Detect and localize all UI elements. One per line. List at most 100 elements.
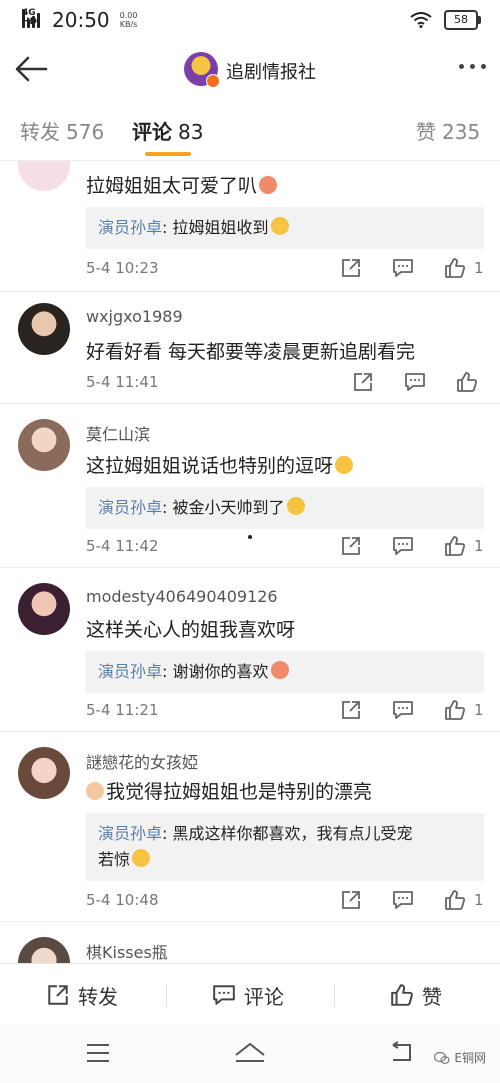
menu-icon[interactable] — [86, 1043, 110, 1063]
comment-item: wxjgxo1989 好看好看 每天都要等凌晨更新追剧看完 5-4 11:41 — [0, 291, 500, 404]
reply-author[interactable]: 演员孙卓 — [98, 218, 162, 237]
reply-box[interactable]: 演员孙卓: 拉姆姐姐收到 — [86, 207, 484, 249]
comment-text: 这拉姆姐姐说话也特别的逗呀 — [86, 451, 354, 478]
like-count: 1 — [474, 537, 484, 555]
comment-icon[interactable] — [392, 699, 414, 721]
divider — [166, 984, 167, 1006]
reply-author[interactable]: 演员孙卓 — [98, 662, 162, 681]
reply-author[interactable]: 演员孙卓 — [98, 824, 162, 843]
emoji-icon — [270, 217, 289, 235]
comment-timestamp: 5-4 11:21 — [86, 701, 159, 719]
comment-icon[interactable] — [392, 257, 414, 279]
emoji-icon — [132, 849, 151, 867]
comment-timestamp: 5-4 11:42 — [86, 537, 159, 555]
repost-icon[interactable] — [340, 535, 362, 557]
comment-button[interactable]: 评论 — [212, 964, 284, 1026]
reply-text: 拉姆姐姐收到 — [172, 218, 269, 237]
scroll-indicator — [248, 535, 252, 539]
comment-timestamp: 5-4 11:41 — [86, 373, 159, 391]
tab-comments[interactable]: 评论 83 — [132, 116, 203, 145]
status-bar: 4G HD 20:50 0.00 KB/s 58 — [0, 0, 500, 38]
like-icon[interactable] — [444, 257, 466, 279]
repost-icon[interactable] — [340, 889, 362, 911]
username[interactable]: modesty406490409126 — [86, 587, 278, 606]
tab-likes[interactable]: 赞 235 — [416, 116, 480, 145]
tab-bar: 转发 576 评论 83 赞 235 — [0, 100, 500, 161]
username[interactable]: wxjgxo1989 — [86, 307, 183, 326]
bottom-action-bar: 转发 评论 赞 — [0, 963, 500, 1026]
comment-text: 我觉得拉姆姐姐也是特别的漂亮 — [86, 777, 372, 804]
back-arrow-icon[interactable] — [12, 52, 52, 86]
network-type: 4G HD — [22, 9, 37, 27]
reply-text: 黑成这样你都喜欢，我有点儿受宠 — [172, 824, 413, 843]
repost-icon[interactable] — [340, 699, 362, 721]
home-icon[interactable] — [234, 1041, 266, 1063]
comment-text: 拉姆姐姐太可爱了叭 — [86, 171, 278, 198]
username[interactable]: 莫仁山滨 — [86, 421, 150, 445]
repost-icon[interactable] — [352, 371, 374, 393]
avatar[interactable] — [18, 419, 70, 471]
wechat-icon — [434, 1051, 451, 1064]
like-count: 1 — [474, 891, 484, 909]
comment-item: 棋Kisses瓶 — [0, 921, 500, 963]
back-nav-icon[interactable] — [390, 1041, 414, 1063]
avatar[interactable] — [18, 303, 70, 355]
avatar[interactable] — [18, 937, 70, 963]
divider — [334, 984, 335, 1006]
network-speed: 0.00 KB/s — [119, 11, 138, 29]
comment-icon — [213, 985, 235, 1005]
like-count: 1 — [474, 259, 484, 277]
more-options-icon[interactable] — [459, 64, 486, 69]
like-icon[interactable] — [444, 535, 466, 557]
like-count: 1 — [474, 701, 484, 719]
reply-text: 谢谢你的喜欢 — [172, 662, 269, 681]
watermark: E铜网 — [434, 1049, 486, 1066]
reply-box[interactable]: 演员孙卓: 谢谢你的喜欢 — [86, 651, 484, 693]
like-icon[interactable] — [444, 889, 466, 911]
reply-box[interactable]: 演员孙卓: 黑成这样你都喜欢，我有点儿受宠 若惊 — [86, 813, 484, 881]
comment-item: 拉姆姐姐太可爱了叭 演员孙卓: 拉姆姐姐收到 5-4 10:23 1 — [0, 161, 500, 292]
comment-icon[interactable] — [392, 889, 414, 911]
reply-box[interactable]: 演员孙卓: 被金小天帅到了 — [86, 487, 484, 529]
like-icon — [391, 984, 413, 1006]
reply-text: 被金小天帅到了 — [172, 498, 285, 517]
emoji-icon — [335, 456, 354, 474]
system-nav-bar: E铜网 — [0, 1025, 500, 1083]
comment-text: 好看好看 每天都要等凌晨更新追剧看完 — [86, 341, 416, 363]
account-avatar[interactable] — [184, 52, 220, 88]
comment-icon[interactable] — [392, 535, 414, 557]
like-button[interactable]: 赞 — [390, 964, 442, 1026]
verified-badge-icon — [206, 74, 220, 88]
active-tab-indicator — [145, 152, 191, 156]
username[interactable]: 謎戀花的女孩婭 — [86, 749, 198, 773]
like-icon[interactable] — [444, 699, 466, 721]
username[interactable]: 棋Kisses瓶 — [86, 939, 168, 963]
comment-icon[interactable] — [404, 371, 426, 393]
comment-item: modesty406490409126 这样关心人的姐我喜欢呀 演员孙卓: 谢谢… — [0, 567, 500, 732]
repost-icon[interactable] — [340, 257, 362, 279]
status-time: 20:50 — [52, 8, 110, 32]
repost-icon — [48, 985, 68, 1005]
comment-item: 謎戀花的女孩婭 我觉得拉姆姐姐也是特别的漂亮 演员孙卓: 黑成这样你都喜欢，我有… — [0, 731, 500, 922]
account-name[interactable]: 追剧情报社 — [226, 58, 316, 84]
emoji-icon — [286, 497, 305, 515]
repost-button[interactable]: 转发 — [46, 964, 118, 1026]
emoji-icon — [270, 661, 289, 679]
emoji-icon — [86, 782, 104, 800]
signal-icon: 4G HD — [22, 9, 40, 28]
tab-reposts[interactable]: 转发 576 — [20, 116, 104, 145]
reply-author[interactable]: 演员孙卓 — [98, 498, 162, 517]
like-icon[interactable] — [456, 371, 478, 393]
avatar[interactable] — [18, 747, 70, 799]
wifi-icon — [410, 12, 432, 28]
comment-timestamp: 5-4 10:23 — [86, 259, 159, 277]
emoji-icon — [259, 176, 278, 194]
reply-text: 若惊 — [98, 850, 131, 869]
comment-timestamp: 5-4 10:48 — [86, 891, 159, 909]
comment-item: 莫仁山滨 这拉姆姐姐说话也特别的逗呀 演员孙卓: 被金小天帅到了 5-4 11:… — [0, 403, 500, 568]
battery-icon: 58 — [444, 10, 481, 30]
app-header: 追剧情报社 — [0, 38, 500, 100]
comment-list[interactable]: 拉姆姐姐太可爱了叭 演员孙卓: 拉姆姐姐收到 5-4 10:23 1 wxjgx… — [0, 161, 500, 963]
avatar[interactable] — [18, 583, 70, 635]
avatar[interactable] — [18, 161, 70, 191]
